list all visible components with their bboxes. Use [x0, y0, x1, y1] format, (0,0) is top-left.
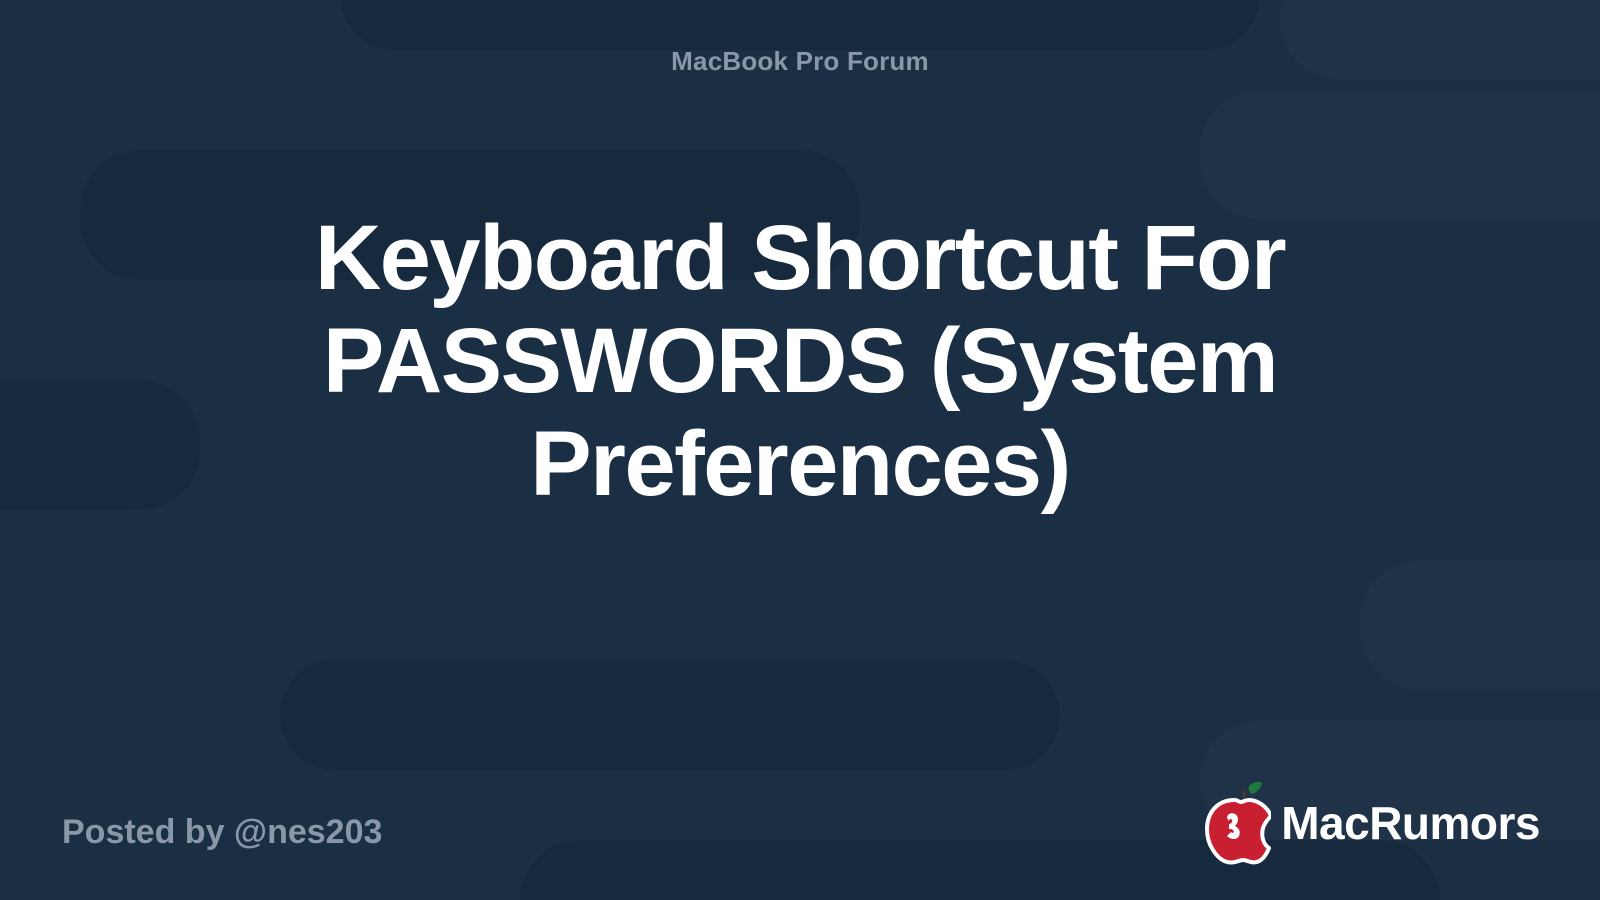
post-byline: Posted by @nes203	[62, 813, 382, 852]
site-brand: MacRumors	[1199, 780, 1540, 866]
apple-logo-icon	[1199, 780, 1271, 866]
forum-category-label: MacBook Pro Forum	[671, 46, 929, 77]
brand-name: MacRumors	[1281, 796, 1540, 850]
post-title: Keyboard Shortcut For PASSWORDS (System …	[100, 207, 1500, 516]
